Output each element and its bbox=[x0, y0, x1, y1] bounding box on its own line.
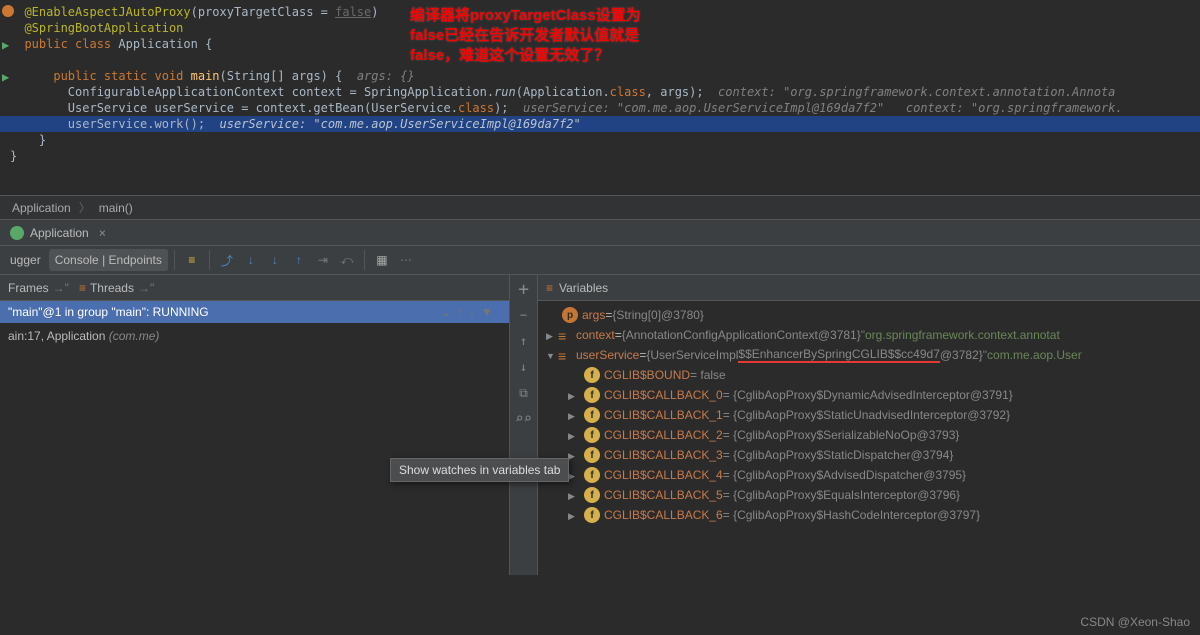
expand-icon[interactable] bbox=[568, 388, 580, 402]
thread-selector[interactable]: "main"@1 in group "main": RUNNING ⌄ ↑ ↓ … bbox=[0, 301, 509, 323]
expand-icon[interactable] bbox=[568, 408, 580, 422]
expand-icon[interactable] bbox=[568, 488, 580, 502]
run-gutter-icon[interactable]: ▶ bbox=[2, 69, 14, 81]
chevron-down-icon[interactable]: ⌄ bbox=[441, 305, 451, 319]
trace-icon[interactable]: ⋯ bbox=[395, 249, 417, 271]
step-icon[interactable]: ≡ bbox=[181, 249, 203, 271]
current-execution-line[interactable]: userService.work(); userService: "com.me… bbox=[0, 116, 1200, 132]
chevron-right-icon: 〉 bbox=[79, 199, 91, 216]
debug-toolbar: ugger Console | Endpoints ≡ ⤴ ↓ ↓ ↑ ⇥ ⤺ … bbox=[0, 245, 1200, 275]
run-tab-bar: Application × bbox=[0, 219, 1200, 245]
copy-icon[interactable]: ⧉ bbox=[514, 383, 534, 403]
next-frame-icon[interactable]: ↓ bbox=[469, 305, 475, 319]
field-icon: f bbox=[584, 427, 600, 443]
user-annotation-overlay: 编译器将proxyTargetClass设置为 false已经在告诉开发者默认值… bbox=[410, 6, 641, 66]
object-icon bbox=[558, 348, 572, 362]
stack-frame[interactable]: ain:17, Application (com.me) bbox=[0, 323, 509, 349]
field-icon: f bbox=[584, 387, 600, 403]
down-icon[interactable]: ↓ bbox=[514, 357, 534, 377]
expand-icon[interactable] bbox=[568, 468, 580, 482]
breadcrumb-class[interactable]: Application bbox=[12, 201, 71, 215]
expand-icon[interactable] bbox=[568, 508, 580, 522]
field-icon: f bbox=[584, 367, 600, 383]
close-icon[interactable]: × bbox=[99, 226, 106, 240]
step-into-icon[interactable]: ↓ bbox=[240, 249, 262, 271]
step-out-icon[interactable]: ↑ bbox=[288, 249, 310, 271]
run-gutter-icon[interactable]: ▶ bbox=[2, 37, 14, 49]
param-icon: p bbox=[562, 307, 578, 323]
variable-row[interactable]: fCGLIB$CALLBACK_5 = {CglibAopProxy$Equal… bbox=[538, 485, 1200, 505]
field-icon: f bbox=[584, 487, 600, 503]
breadcrumb-method[interactable]: main() bbox=[99, 201, 133, 215]
annotation-icon bbox=[2, 5, 14, 17]
frames-panel: Frames →" ≡ Threads →" "main"@1 in group… bbox=[0, 275, 510, 575]
object-icon bbox=[558, 328, 572, 342]
run-tab-title[interactable]: Application bbox=[30, 226, 89, 240]
console-tab[interactable]: Console | Endpoints bbox=[49, 249, 168, 271]
drop-frame-icon[interactable]: ⤺ bbox=[336, 249, 358, 271]
prev-frame-icon[interactable]: ↑ bbox=[457, 305, 463, 319]
field-icon: f bbox=[584, 507, 600, 523]
variable-row[interactable]: fCGLIB$CALLBACK_4 = {CglibAopProxy$Advis… bbox=[538, 465, 1200, 485]
debugger-tab[interactable]: ugger bbox=[4, 249, 47, 271]
expand-icon[interactable] bbox=[568, 448, 580, 462]
field-icon: f bbox=[584, 447, 600, 463]
list-icon: ≡ bbox=[546, 281, 553, 295]
variables-title: Variables bbox=[559, 281, 608, 295]
annotation: @SpringBootApplication bbox=[24, 21, 183, 35]
collapse-icon[interactable] bbox=[546, 348, 558, 362]
watermark: CSDN @Xeon-Shao bbox=[1080, 615, 1190, 629]
variable-row[interactable]: fCGLIB$BOUND = false bbox=[538, 365, 1200, 385]
filter-icon[interactable]: ▼ bbox=[481, 305, 493, 319]
add-watch-icon[interactable]: + bbox=[514, 279, 534, 299]
variable-row[interactable]: p args = {String[0]@3780} bbox=[538, 305, 1200, 325]
evaluate-icon[interactable]: ▦ bbox=[371, 249, 393, 271]
force-step-into-icon[interactable]: ↓ bbox=[264, 249, 286, 271]
variable-row[interactable]: fCGLIB$CALLBACK_2 = {CglibAopProxy$Seria… bbox=[538, 425, 1200, 445]
glasses-icon[interactable]: ⌕⌕ bbox=[514, 409, 534, 429]
threads-tab[interactable]: ≡ Threads →" bbox=[79, 281, 154, 295]
variable-row[interactable]: fCGLIB$CALLBACK_6 = {CglibAopProxy$HashC… bbox=[538, 505, 1200, 525]
field-icon: f bbox=[584, 467, 600, 483]
remove-watch-icon[interactable]: − bbox=[514, 305, 534, 325]
variables-toolbar: + − ↑ ↓ ⧉ ⌕⌕ bbox=[510, 275, 538, 575]
variables-panel: ≡ Variables p args = {String[0]@3780} co… bbox=[538, 275, 1200, 575]
field-icon: f bbox=[584, 407, 600, 423]
variable-row[interactable]: fCGLIB$CALLBACK_1 = {CglibAopProxy$Stati… bbox=[538, 405, 1200, 425]
annotation: @EnableAspectJAutoProxy bbox=[24, 5, 190, 19]
variable-row[interactable]: fCGLIB$CALLBACK_0 = {CglibAopProxy$Dynam… bbox=[538, 385, 1200, 405]
expand-icon[interactable] bbox=[546, 328, 558, 342]
step-over-icon[interactable]: ⤴ bbox=[216, 249, 238, 271]
variable-row[interactable]: fCGLIB$CALLBACK_3 = {CglibAopProxy$Stati… bbox=[538, 445, 1200, 465]
up-icon[interactable]: ↑ bbox=[514, 331, 534, 351]
expand-icon[interactable] bbox=[568, 428, 580, 442]
run-to-cursor-icon[interactable]: ⇥ bbox=[312, 249, 334, 271]
frames-tab[interactable]: Frames →" bbox=[8, 281, 69, 295]
variable-row[interactable]: userService = {UserServiceImpl$$Enhancer… bbox=[538, 345, 1200, 365]
run-config-icon bbox=[10, 226, 24, 240]
variable-row[interactable]: context = {AnnotationConfigApplicationCo… bbox=[538, 325, 1200, 345]
tooltip: Show watches in variables tab bbox=[390, 458, 569, 482]
breadcrumb[interactable]: Application 〉 main() bbox=[0, 195, 1200, 219]
